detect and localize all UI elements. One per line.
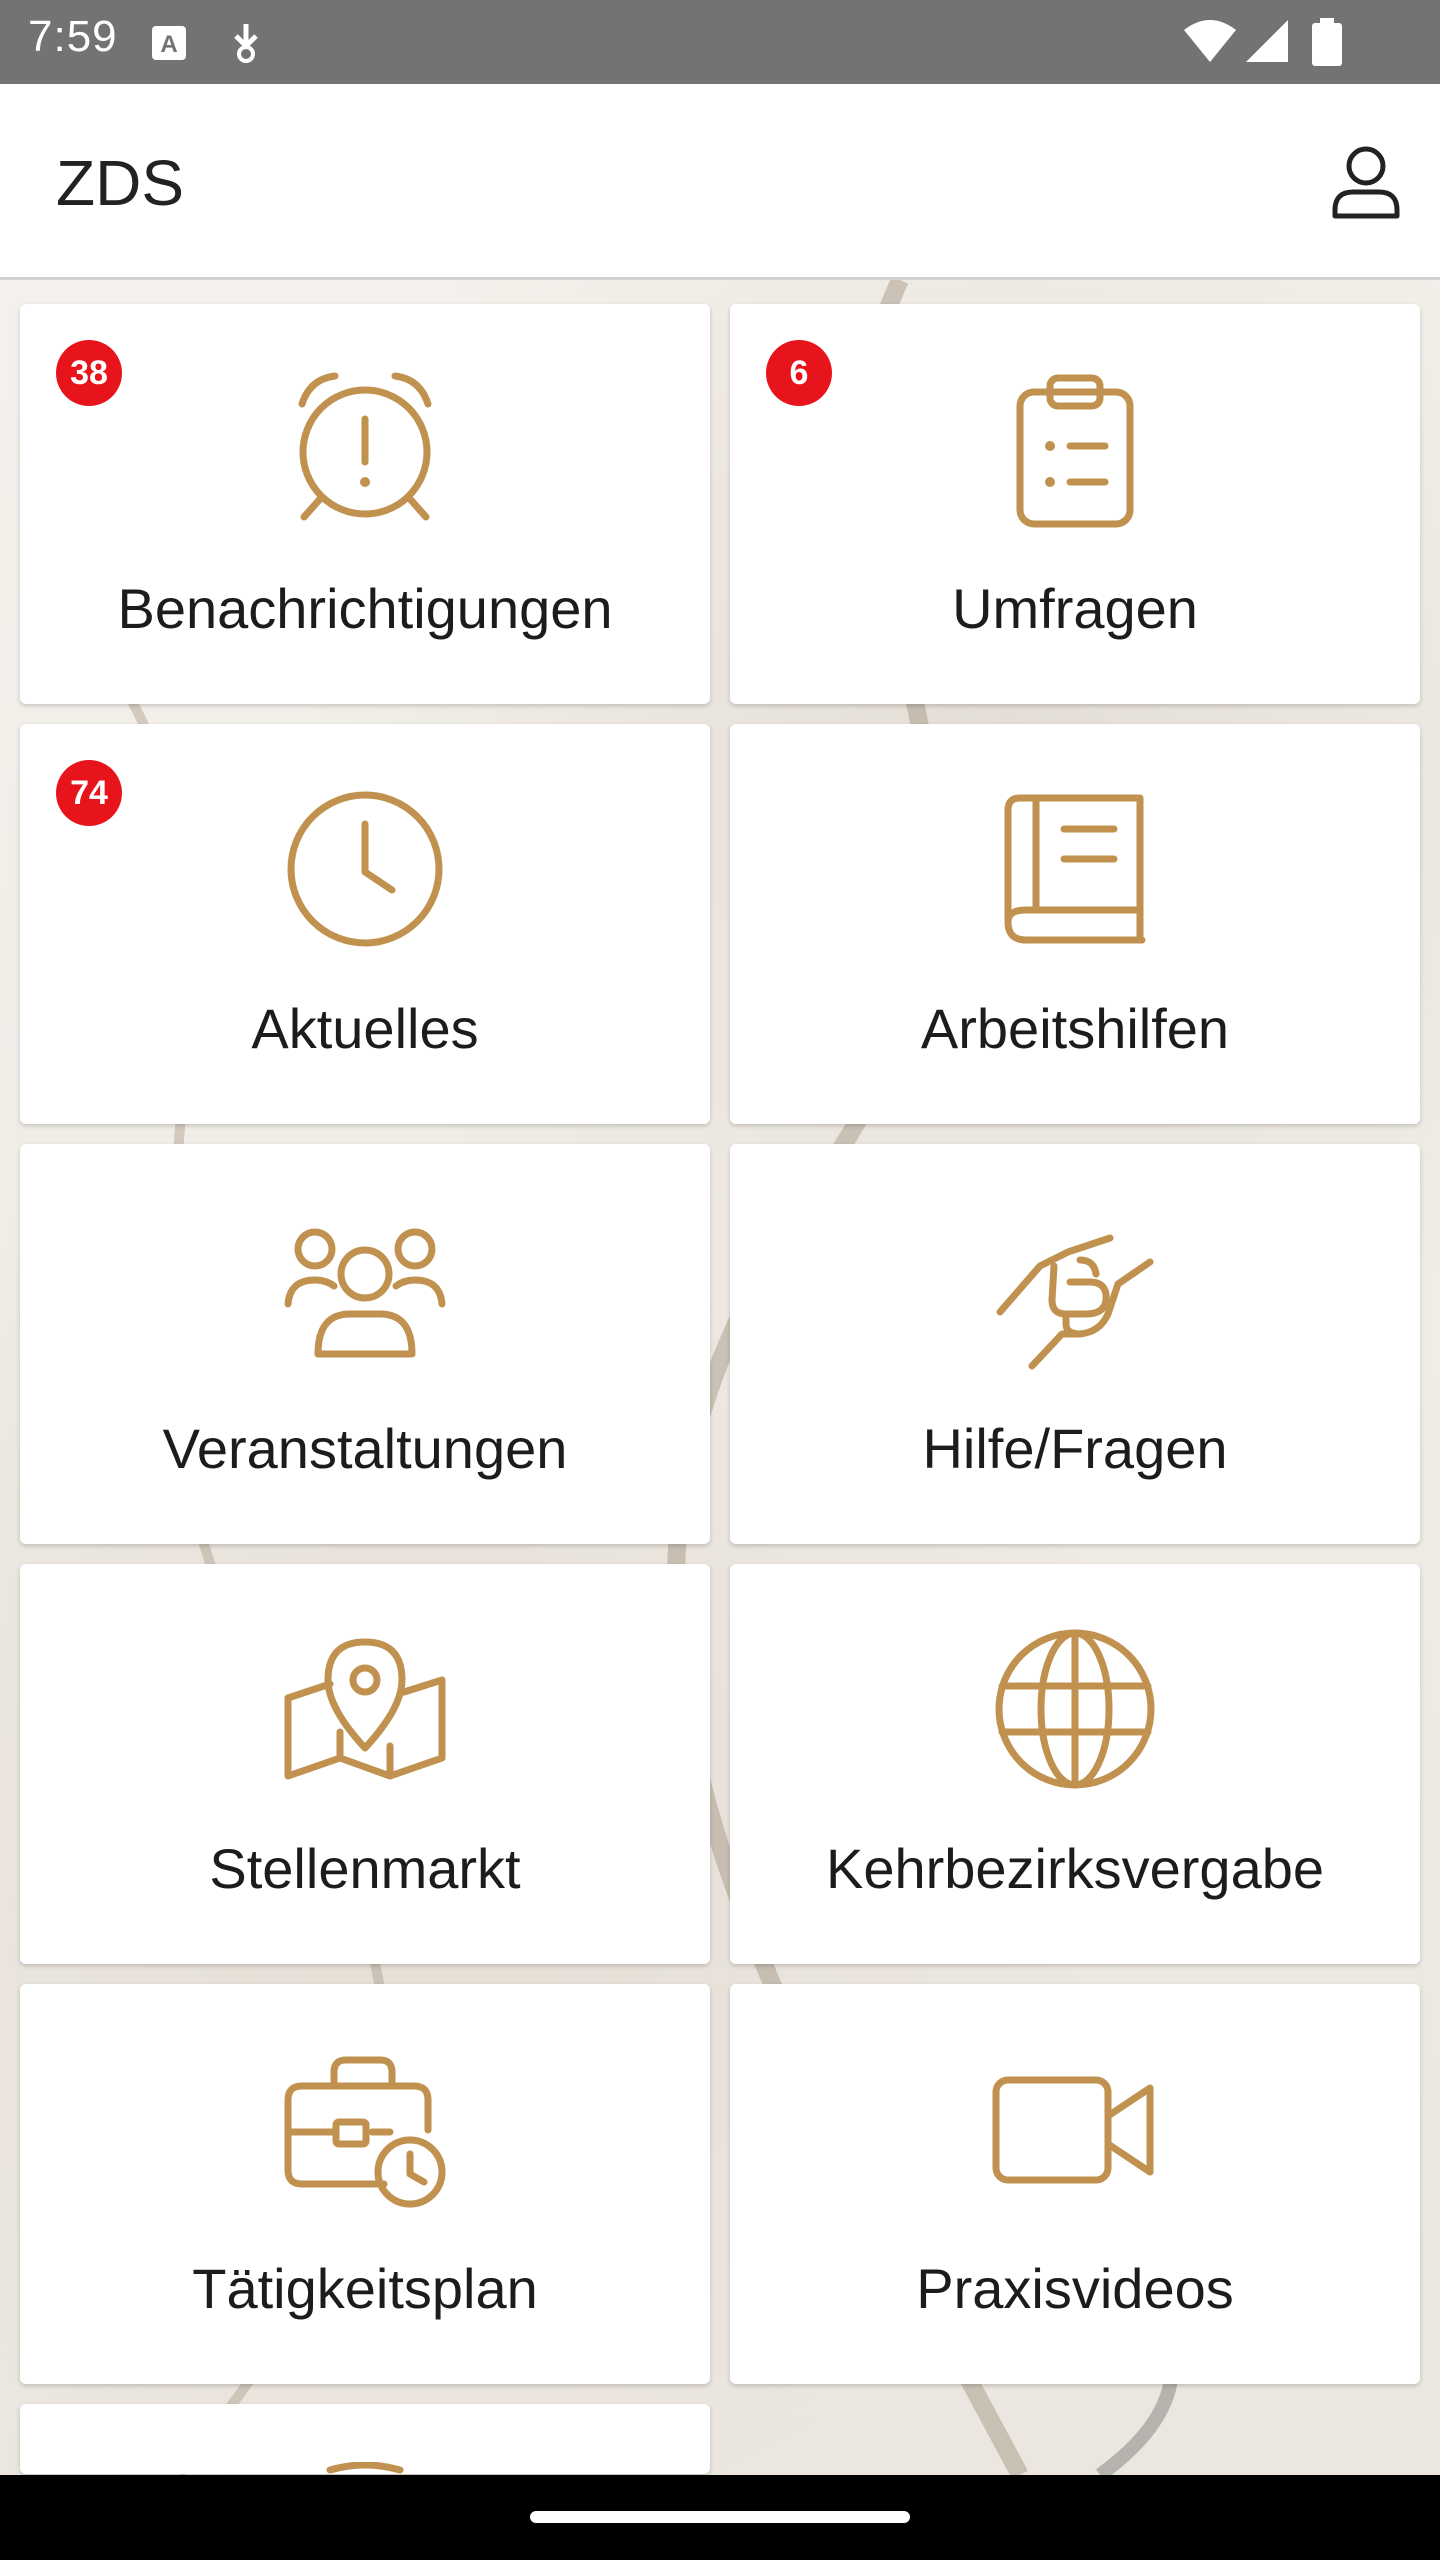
tile-partial[interactable]: [20, 2404, 710, 2474]
a-notification-icon: A: [150, 18, 188, 71]
tile-praxisvideos[interactable]: Praxisvideos: [730, 1984, 1420, 2384]
tile-label: Veranstaltungen: [162, 1417, 568, 1480]
download-icon: [228, 18, 264, 71]
signal-icon: [1244, 18, 1292, 71]
tile-taetigkeitsplan[interactable]: Tätigkeitsplan: [20, 1984, 710, 2384]
account-icon: [1332, 146, 1400, 219]
svg-text:A: A: [160, 31, 177, 58]
tile-label: Umfragen: [952, 577, 1198, 640]
tile-benachrichtigungen[interactable]: 38 Benachrichtigungen: [20, 304, 710, 704]
clipboard-list-icon: [990, 364, 1160, 534]
status-bar: 7:59 A: [0, 0, 1440, 84]
tile-label: Stellenmarkt: [209, 1837, 521, 1900]
tile-umfragen[interactable]: 6 Umfragen: [730, 304, 1420, 704]
globe-icon: [990, 1624, 1160, 1794]
account-button[interactable]: [1324, 140, 1408, 224]
clock-icon: [280, 784, 450, 954]
tile-arbeitshilfen[interactable]: Arbeitshilfen: [730, 724, 1420, 1124]
tile-label: Hilfe/Fragen: [922, 1417, 1228, 1480]
home-gesture-handle[interactable]: [530, 2511, 910, 2523]
tile-label: Kehrbezirksvergabe: [825, 1837, 1325, 1900]
notification-count-badge: 38: [56, 340, 122, 406]
system-navigation-bar: [0, 2475, 1440, 2560]
tile-hilfe-fragen[interactable]: Hilfe/Fragen: [730, 1144, 1420, 1544]
app-title: ZDS: [56, 147, 184, 219]
book-icon: [990, 784, 1160, 954]
wifi-icon: [1182, 18, 1238, 71]
tile-label: Arbeitshilfen: [920, 997, 1230, 1060]
tile-veranstaltungen[interactable]: Veranstaltungen: [20, 1144, 710, 1544]
briefcase-clock-icon: [280, 2044, 450, 2214]
helping-hand-icon: [990, 1204, 1160, 1374]
partial-icon: [280, 2462, 450, 2474]
video-camera-icon: [990, 2044, 1160, 2214]
status-time: 7:59: [28, 12, 118, 61]
tile-kehrbezirksvergabe[interactable]: Kehrbezirksvergabe: [730, 1564, 1420, 1964]
battery-icon: [1310, 18, 1344, 71]
news-count-badge: 74: [56, 760, 122, 826]
tile-stellenmarkt[interactable]: Stellenmarkt: [20, 1564, 710, 1964]
alarm-alert-icon: [280, 364, 450, 534]
menu-grid: 38 Benachrichtigungen 6 Umfragen 74 Aktu…: [20, 304, 1420, 2474]
survey-count-badge: 6: [766, 340, 832, 406]
tile-label: Tätigkeitsplan: [192, 2257, 538, 2320]
tile-label: Aktuelles: [251, 997, 479, 1060]
app-bar: ZDS: [0, 84, 1440, 280]
tile-label: Benachrichtigungen: [117, 577, 613, 640]
tile-label: Praxisvideos: [916, 2257, 1234, 2320]
tile-aktuelles[interactable]: 74 Aktuelles: [20, 724, 710, 1124]
map-pin-icon: [280, 1624, 450, 1794]
users-group-icon: [280, 1204, 450, 1374]
